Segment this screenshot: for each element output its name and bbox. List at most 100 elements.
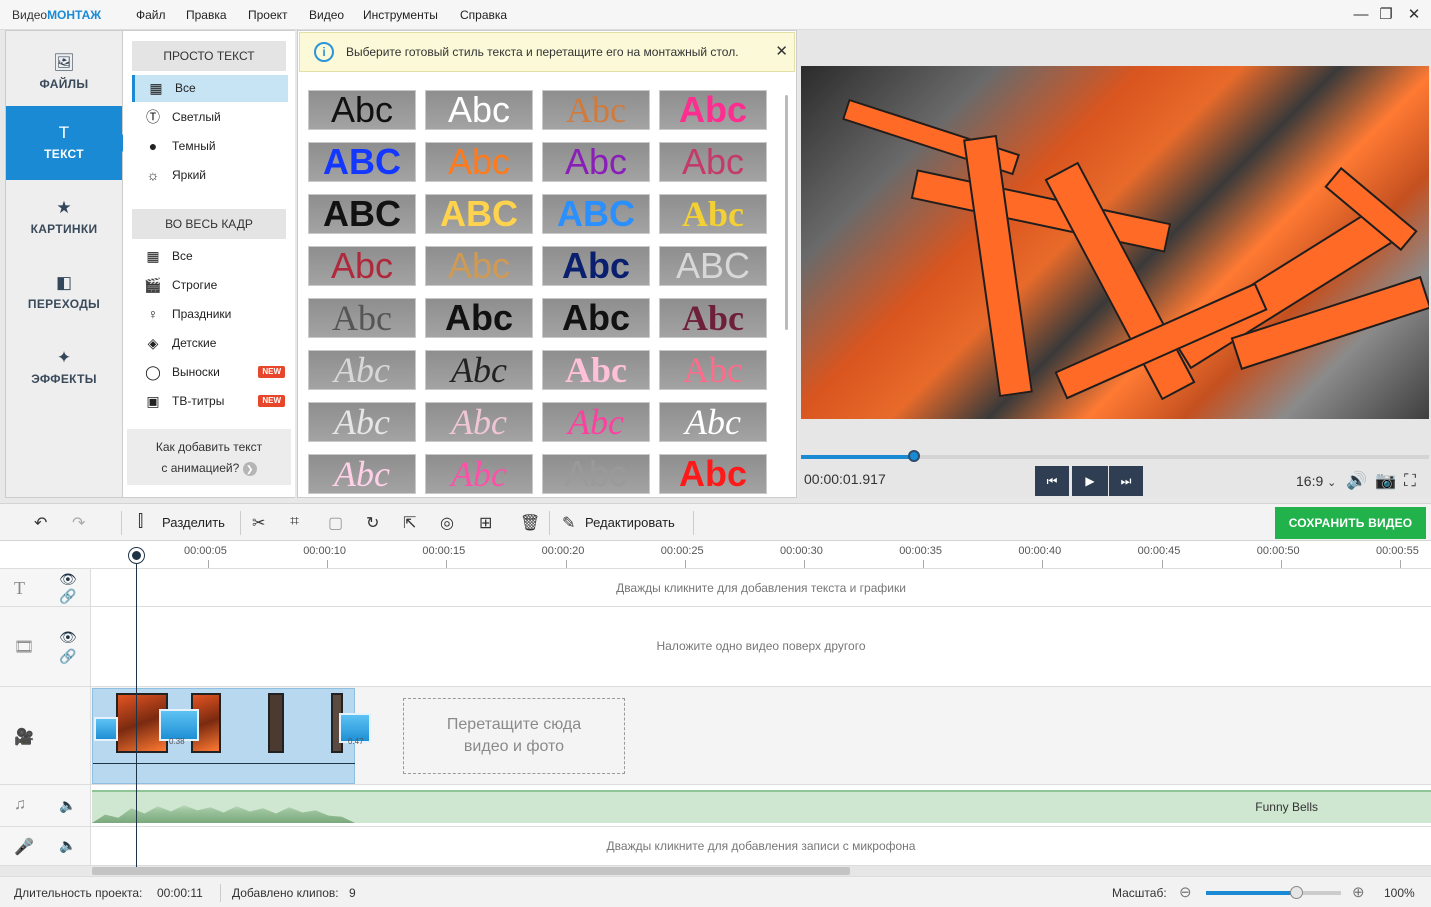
nav-transitions[interactable]: ◧ ПЕРЕХОДЫ xyxy=(6,256,122,330)
category-item[interactable]: ▦ Все xyxy=(132,75,288,102)
text-style-tile[interactable]: Abc xyxy=(659,350,767,390)
category-item[interactable]: 🎬 Строгие xyxy=(132,272,288,299)
progress-knob[interactable] xyxy=(908,450,921,462)
text-style-tile[interactable]: Abc xyxy=(659,90,767,130)
timeline-scroll-thumb[interactable] xyxy=(92,867,850,875)
category-item[interactable]: ◈ Детские xyxy=(132,330,288,357)
text-style-tile[interactable]: Abc xyxy=(659,454,767,494)
text-style-tile[interactable]: Abc xyxy=(659,402,767,442)
menu-help[interactable]: Справка xyxy=(460,8,507,22)
transition-thumb[interactable] xyxy=(94,717,118,741)
category-item[interactable]: ▣ ТВ-титры NEW xyxy=(132,388,288,415)
speaker-icon[interactable]: 🔈 xyxy=(59,837,76,854)
text-style-tile[interactable]: Abc xyxy=(542,142,650,182)
split-button[interactable]: Разделить xyxy=(162,515,225,530)
text-style-tile[interactable]: Abc xyxy=(308,454,416,494)
menu-project[interactable]: Проект xyxy=(248,8,288,22)
fullscreen-icon[interactable]: ⛶ xyxy=(1404,471,1416,491)
drop-media-zone[interactable]: Перетащите сюда видео и фото xyxy=(403,698,625,774)
text-style-tile[interactable]: ABC xyxy=(425,194,533,234)
menu-video[interactable]: Видео xyxy=(309,8,344,22)
eye-icon[interactable]: 👁 xyxy=(59,629,77,646)
nav-files[interactable]: 🖼 ФАЙЛЫ xyxy=(6,36,122,110)
zoom-in-icon[interactable]: ⊕ xyxy=(1352,883,1365,901)
prev-frame-button[interactable]: ⏮ xyxy=(1035,466,1069,496)
link-icon[interactable]: 🔗 xyxy=(59,648,76,665)
video-clip-strip[interactable]: 0.38 0.47 xyxy=(92,688,371,784)
text-style-tile[interactable]: Abc xyxy=(308,90,416,130)
text-style-tile[interactable]: Abc xyxy=(425,298,533,338)
text-style-tile[interactable]: Abc xyxy=(425,350,533,390)
category-item[interactable]: ◯ Выноски NEW xyxy=(132,359,288,386)
close-button[interactable]: ✕ xyxy=(1402,4,1426,26)
text-style-tile[interactable]: Abc xyxy=(659,298,767,338)
resize-icon[interactable]: ⇱ xyxy=(403,513,416,533)
zoom-slider-knob[interactable] xyxy=(1290,886,1304,899)
zoom-out-icon[interactable]: ⊖ xyxy=(1179,883,1192,901)
text-style-tile[interactable]: Abc xyxy=(308,402,416,442)
text-style-tile[interactable]: Abc xyxy=(542,402,650,442)
overlay-track[interactable]: 🎞 👁 🔗 Наложите одно видео поверх другого xyxy=(0,607,1431,687)
aspect-ratio-select[interactable]: 16:9 ⌄ xyxy=(1296,473,1336,489)
crop-icon[interactable]: ⌗ xyxy=(290,513,299,531)
text-style-tile[interactable]: ABC xyxy=(308,142,416,182)
menu-edit[interactable]: Правка xyxy=(186,8,227,22)
text-style-tile[interactable]: Abc xyxy=(659,194,767,234)
restore-button[interactable]: ❐ xyxy=(1374,4,1398,26)
category-item[interactable]: Ⓣ Светлый xyxy=(132,104,288,131)
text-style-tile[interactable]: Abc xyxy=(425,142,533,182)
close-hint-icon[interactable]: ✕ xyxy=(775,33,788,71)
trash-icon[interactable]: 🗑 xyxy=(520,513,540,533)
text-style-tile[interactable]: Abc xyxy=(308,246,416,286)
rotate-icon[interactable]: ↻ xyxy=(366,513,379,533)
nav-pictures[interactable]: ★ КАРТИНКИ xyxy=(6,181,122,255)
timeline-ruler[interactable]: 00:00:05 00:00:10 00:00:15 00:00:20 00:00:25… xyxy=(0,541,1431,569)
undo-icon[interactable]: ↶ xyxy=(34,513,47,533)
scissors-icon[interactable]: ✂ xyxy=(252,513,265,533)
text-style-tile[interactable]: Abc xyxy=(542,298,650,338)
text-style-tile[interactable]: Abc xyxy=(425,246,533,286)
split-icon[interactable]: ⫿ xyxy=(138,513,143,531)
text-style-tile[interactable]: Abc xyxy=(425,90,533,130)
category-item[interactable]: ☼ Яркий xyxy=(132,162,288,189)
text-style-tile[interactable]: Abc xyxy=(542,246,650,286)
mic-track[interactable]: 🎤 🔈 Дважды кликните для добавления запис… xyxy=(0,827,1431,866)
edit-button[interactable]: Редактировать xyxy=(585,515,675,530)
text-style-tile[interactable]: ABC xyxy=(308,194,416,234)
zoom-slider[interactable] xyxy=(1206,886,1341,899)
playhead-line[interactable] xyxy=(136,549,137,867)
timeline-scrollbar[interactable] xyxy=(92,866,1431,876)
category-item[interactable]: ♀ Праздники xyxy=(132,301,288,328)
speaker-icon[interactable]: 🔈 xyxy=(59,797,76,814)
text-track[interactable]: T 👁 🔗 Дважды кликните для добавления тек… xyxy=(0,569,1431,607)
play-button[interactable]: ▶ xyxy=(1072,466,1108,496)
save-video-button[interactable]: СОХРАНИТЬ ВИДЕО xyxy=(1275,507,1426,539)
text-style-tile[interactable]: ABC xyxy=(542,194,650,234)
category-item[interactable]: ● Темный xyxy=(132,133,288,160)
playback-progress[interactable] xyxy=(801,450,1429,462)
text-style-tile[interactable]: Abc xyxy=(308,350,416,390)
minimize-button[interactable]: — xyxy=(1349,4,1373,26)
text-style-tile[interactable]: ABC xyxy=(659,246,767,286)
text-style-tile[interactable]: Abc xyxy=(425,402,533,442)
nav-effects[interactable]: ✦ ЭФФЕКТЫ xyxy=(6,331,122,405)
category-item[interactable]: ▦ Все xyxy=(132,243,288,270)
link-icon[interactable]: 🔗 xyxy=(59,588,76,605)
nav-text[interactable]: T ТЕКСТ xyxy=(6,106,130,180)
edit-icon[interactable]: ✎ xyxy=(562,513,575,533)
volume-icon[interactable]: 🔊 xyxy=(1346,471,1367,491)
menu-file[interactable]: Файл xyxy=(136,8,166,22)
playhead-handle[interactable] xyxy=(129,548,144,563)
camera-icon[interactable]: 📷 xyxy=(1375,471,1396,491)
styles-scrollbar[interactable] xyxy=(785,95,788,330)
next-frame-button[interactable]: ⏭ xyxy=(1109,466,1143,496)
text-style-tile[interactable]: Abc xyxy=(542,350,650,390)
audio-clip[interactable]: Funny Bells xyxy=(92,790,1431,823)
frame-icon[interactable]: ▢ xyxy=(328,513,343,533)
text-style-tile[interactable]: Abc xyxy=(542,90,650,130)
add-clip-icon[interactable]: ⊞ xyxy=(479,513,492,533)
video-clip[interactable] xyxy=(268,693,284,753)
redo-icon[interactable]: ↷ xyxy=(72,513,85,533)
text-style-tile[interactable]: Abc xyxy=(659,142,767,182)
eye-icon[interactable]: 👁 xyxy=(59,571,77,588)
